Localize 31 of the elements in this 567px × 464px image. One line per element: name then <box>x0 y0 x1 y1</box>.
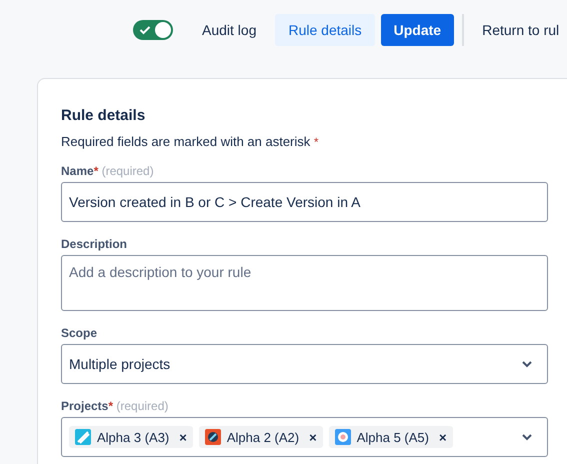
tag-label: Alpha 3 (A3) <box>97 430 170 444</box>
form-title: Rule details <box>61 107 146 124</box>
scope-select[interactable]: Multiple projects <box>61 344 548 384</box>
header-button[interactable]: Audit log <box>189 14 270 46</box>
header-button[interactable]: Rule details <box>275 14 375 46</box>
project-icon <box>334 429 351 445</box>
tag-label: Alpha 2 (A2) <box>226 430 300 444</box>
remove-button[interactable]: × <box>305 430 317 444</box>
field-label: Description <box>61 237 128 251</box>
remove-button[interactable]: × <box>434 430 447 444</box>
checkmark-icon <box>139 25 151 35</box>
remove-button[interactable]: × <box>175 430 187 444</box>
required-note: Required fields are marked with an asterisk * <box>61 134 320 149</box>
field-label: Scope <box>61 326 98 340</box>
description-field[interactable]: Add a description to your rule <box>61 255 548 311</box>
required-mark: * <box>94 164 98 178</box>
project-icon <box>75 429 91 445</box>
field-label: Projects <box>61 399 108 413</box>
required-hint: (required) <box>116 399 168 413</box>
tag-label: Alpha 5 (A5) <box>356 430 429 444</box>
projects-select[interactable]: Alpha 3 (A3) × Alpha 2 (A2) × Alpha 5 (A5) × <box>61 417 548 457</box>
return-link[interactable]: Return to rul <box>478 14 564 46</box>
field-label: Name <box>61 164 94 178</box>
required-mark: * <box>108 399 114 413</box>
update-button[interactable]: Update <box>380 14 454 46</box>
required-hint: (required) <box>102 164 154 178</box>
project-icon <box>204 429 221 445</box>
name-field[interactable]: Version created in B or C > Create Version in A <box>61 182 548 222</box>
chevron-down-icon <box>521 360 533 368</box>
chevron-down-icon <box>521 433 533 441</box>
toggle-switch[interactable] <box>133 20 173 40</box>
